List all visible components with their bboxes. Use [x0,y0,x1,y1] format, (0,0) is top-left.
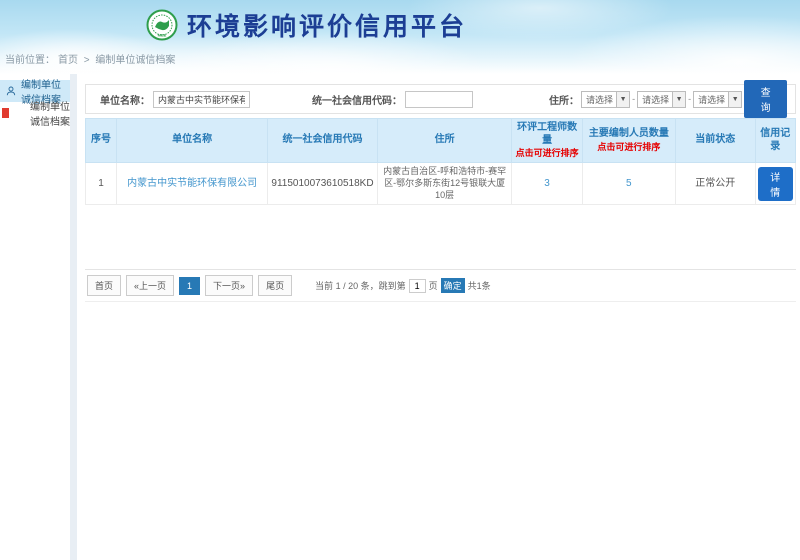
sidebar-item-archive[interactable]: 编制单位诚信档案 [0,102,70,124]
row-index: 1 [86,163,117,205]
breadcrumb-home-link[interactable]: 首页 [58,55,78,66]
content-layout: 编制单位诚信档案 编制单位诚信档案 单位名称： 统一社会信用代码： 住所： 请选… [0,74,800,560]
page-jump-input[interactable] [409,279,426,293]
breadcrumb-current: 编制单位诚信档案 [95,55,175,66]
table-row: 1 内蒙古中实节能环保有限公司 9115010073610518KD 内蒙古自治… [86,163,796,205]
status-value: 正常公开 [675,163,755,205]
address-value: 内蒙古自治区-呼和浩特市-赛罕区-鄂尔多斯东街12号银联大厦10层 [377,163,512,205]
results-table: 序号 单位名称 统一社会信用代码 住所 环评工程师数量 点击可进行排序 主要编制… [85,118,796,205]
jump-confirm-button[interactable]: 确定 [441,278,465,293]
sidebar-divider [70,74,77,560]
col-status: 当前状态 [675,119,755,163]
detail-button[interactable]: 详情 [758,167,793,201]
address-label: 住所： [549,92,579,107]
col-index: 序号 [86,119,117,163]
breadcrumb-separator: > [84,55,90,66]
col-engineer-count[interactable]: 环评工程师数量 点击可进行排序 [512,119,582,163]
province-select[interactable]: 请选择 ▼ [581,91,630,108]
svg-text:MEE: MEE [158,33,167,38]
pagination-bar: 首页 «上一页 1 下一页» 尾页 当前 1 / 20 条，跳到第 页 确定 共… [85,269,796,302]
table-empty-space [85,205,796,269]
filter-bar: 单位名称： 统一社会信用代码： 住所： 请选择 ▼ - 请选择 ▼ - 请选择 … [85,84,796,114]
select-separator: - [632,94,635,104]
credit-code-input[interactable] [405,91,473,108]
engineer-count-link[interactable]: 3 [544,178,550,189]
district-select-value: 请选择 [694,93,728,106]
sidebar-item-label: 编制单位诚信档案 [30,98,70,128]
col-credit-record: 信用记录 [755,119,795,163]
search-button[interactable]: 查询 [744,80,787,118]
city-select[interactable]: 请选择 ▼ [637,91,686,108]
page-title: 环境影响评价信用平台 [187,7,467,43]
unit-name-link[interactable]: 内蒙古中实节能环保有限公司 [117,163,268,205]
first-page-button[interactable]: 首页 [87,275,121,296]
table-header-row: 序号 单位名称 统一社会信用代码 住所 环评工程师数量 点击可进行排序 主要编制… [86,119,796,163]
mee-emblem-icon: MEE [146,9,178,41]
city-select-value: 请选择 [638,93,672,106]
breadcrumb: 当前位置：首页 > 编制单位诚信档案 [5,51,178,66]
col-staff-count[interactable]: 主要编制人员数量 点击可进行排序 [582,119,675,163]
main-panel: 单位名称： 统一社会信用代码： 住所： 请选择 ▼ - 请选择 ▼ - 请选择 … [77,74,800,560]
user-icon [6,86,16,96]
sort-hint: 点击可进行排序 [514,148,579,159]
last-page-button[interactable]: 尾页 [258,275,292,296]
staff-count-link[interactable]: 5 [626,178,632,189]
col-unit-name: 单位名称 [117,119,268,163]
sort-hint: 点击可进行排序 [585,142,673,153]
unit-name-input[interactable] [153,91,250,108]
breadcrumb-prefix: 当前位置： [5,55,55,66]
district-select[interactable]: 请选择 ▼ [693,91,742,108]
active-item-marker [2,108,9,118]
credit-code-value: 9115010073610518KD [268,163,378,205]
caret-down-icon[interactable]: ▼ [672,92,685,107]
sidebar: 编制单位诚信档案 编制单位诚信档案 [0,74,70,560]
pagination-info: 当前 1 / 20 条，跳到第 [315,279,406,292]
col-credit-code: 统一社会信用代码 [268,119,378,163]
next-page-button[interactable]: 下一页» [205,275,253,296]
page-header: MEE 环境影响评价信用平台 当前位置：首页 > 编制单位诚信档案 [0,0,800,74]
credit-code-label: 统一社会信用代码： [312,92,402,107]
caret-down-icon[interactable]: ▼ [616,92,629,107]
current-page-button[interactable]: 1 [179,277,200,295]
caret-down-icon[interactable]: ▼ [728,92,741,107]
prev-page-button[interactable]: «上一页 [126,275,174,296]
unit-name-label: 单位名称： [100,92,150,107]
col-address: 住所 [377,119,512,163]
province-select-value: 请选择 [582,93,616,106]
total-count: 共1条 [468,279,491,292]
select-separator: - [688,94,691,104]
brand: MEE 环境影响评价信用平台 [146,8,467,42]
page-word: 页 [429,279,438,292]
